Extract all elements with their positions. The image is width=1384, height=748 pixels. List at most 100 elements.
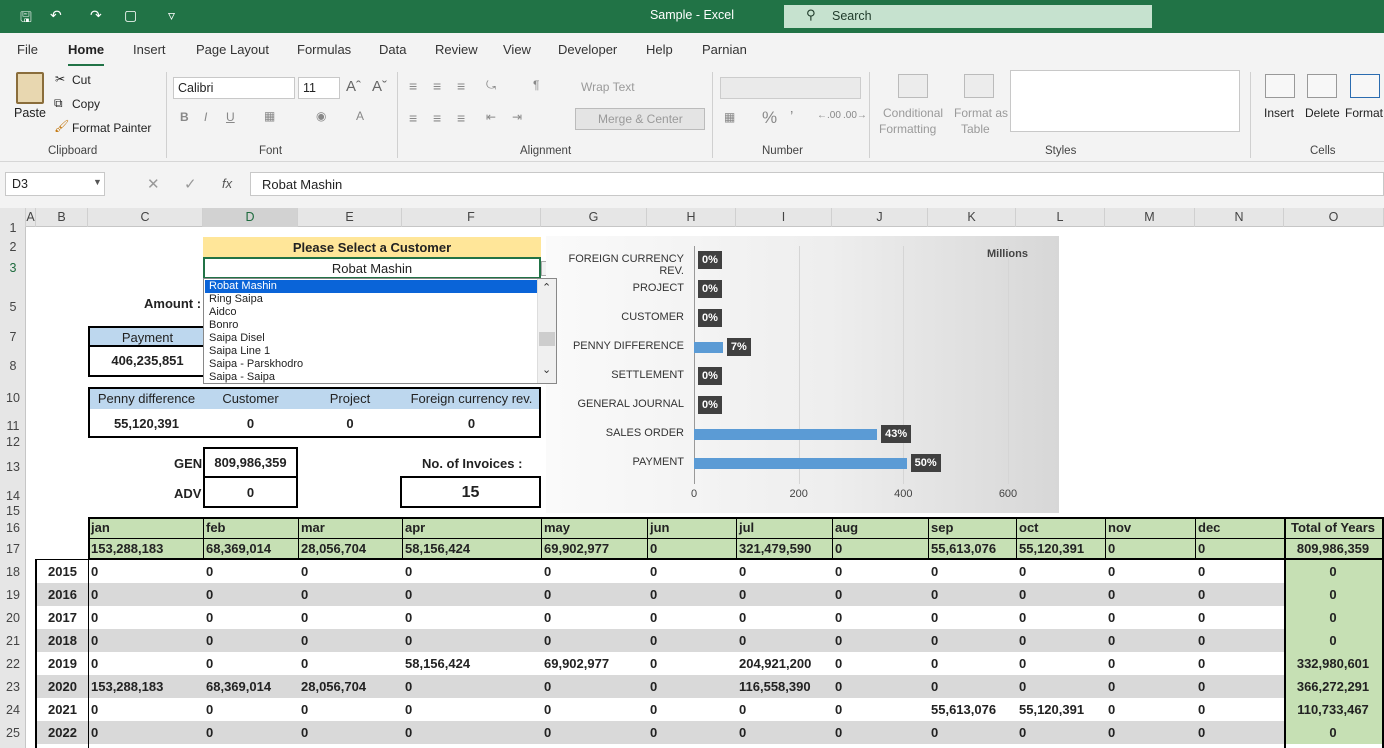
row-header[interactable]: 12	[0, 435, 26, 449]
tab-parnian[interactable]: Parnian	[702, 42, 747, 57]
row-header[interactable]: 25	[0, 726, 26, 740]
customer-selected-cell[interactable]: Robat Mashin	[203, 257, 541, 279]
delete-cells-button[interactable]: Delete	[1305, 106, 1340, 120]
row-header[interactable]: 19	[0, 588, 26, 602]
tab-review[interactable]: Review	[435, 42, 478, 57]
column-header[interactable]: M	[1105, 208, 1195, 227]
row-header[interactable]: 17	[0, 542, 26, 556]
column-header[interactable]: L	[1016, 208, 1105, 227]
delete-cells-icon[interactable]	[1307, 74, 1337, 98]
tab-file[interactable]: File	[17, 42, 38, 57]
format-as-table-icon[interactable]	[964, 74, 994, 98]
decrease-font-icon[interactable]: Aˇ	[372, 78, 387, 95]
column-header[interactable]: C	[88, 208, 203, 227]
scroll-down-icon[interactable]: ⌄	[542, 363, 551, 376]
align-bottom-icon[interactable]: ≡	[457, 78, 465, 94]
font-size-select[interactable]: 11	[298, 77, 340, 99]
decrease-indent-icon[interactable]: ⇤	[486, 110, 496, 124]
tab-insert[interactable]: Insert	[133, 42, 166, 57]
align-middle-icon[interactable]: ≡	[433, 78, 441, 94]
search-box[interactable]: ⚲ Search	[784, 5, 1152, 28]
fill-color-icon[interactable]: ◉	[316, 109, 326, 123]
row-header[interactable]: 11	[0, 419, 26, 433]
copy-icon[interactable]: ⧉	[54, 96, 63, 111]
tab-view[interactable]: View	[503, 42, 531, 57]
wrap-text-button[interactable]: Wrap Text	[581, 80, 635, 94]
row-header[interactable]: 15	[0, 504, 26, 518]
cut-icon[interactable]: ✂	[55, 72, 65, 86]
column-header[interactable]: O	[1284, 208, 1384, 227]
italic-icon[interactable]: I	[204, 110, 207, 124]
row-header[interactable]: 23	[0, 680, 26, 694]
dropdown-item[interactable]: Saipa Line 1	[205, 345, 537, 358]
row-header[interactable]: 24	[0, 703, 26, 717]
insert-function-icon[interactable]: fx	[222, 176, 232, 191]
row-header[interactable]: 2	[0, 240, 26, 254]
tab-formulas[interactable]: Formulas	[297, 42, 351, 57]
format-as-label[interactable]: Format as	[954, 106, 1008, 120]
dropdown-item[interactable]: Saipa Disel	[205, 332, 537, 345]
column-header[interactable]: K	[928, 208, 1016, 227]
dropdown-item[interactable]: Saipa - Parskhodro	[205, 358, 537, 371]
dropdown-item[interactable]: Bonro	[205, 319, 537, 332]
format-painter-button[interactable]: Format Painter	[72, 121, 151, 135]
column-header[interactable]: G	[541, 208, 647, 227]
row-header[interactable]: 20	[0, 611, 26, 625]
column-header[interactable]: I	[736, 208, 832, 227]
number-format-select[interactable]	[720, 77, 861, 99]
column-header[interactable]: A	[26, 208, 36, 227]
insert-cells-button[interactable]: Insert	[1264, 106, 1294, 120]
row-header[interactable]: 14	[0, 489, 26, 503]
chart-bar[interactable]	[694, 429, 878, 440]
font-name-select[interactable]: Calibri	[173, 77, 295, 99]
column-header[interactable]: N	[1195, 208, 1284, 227]
merge-center-button[interactable]: Merge & Center	[575, 108, 705, 130]
orientation-icon[interactable]: ⤿	[486, 78, 496, 93]
column-header[interactable]: H	[647, 208, 736, 227]
dropdown-scrollbar[interactable]: ⌃ ⌄	[537, 279, 556, 383]
conditional-formatting-icon[interactable]	[898, 74, 928, 98]
align-right-icon[interactable]: ≡	[457, 110, 465, 126]
increase-indent-icon[interactable]: ⇥	[512, 110, 522, 124]
format-cells-icon[interactable]	[1350, 74, 1380, 98]
tab-developer[interactable]: Developer	[558, 42, 617, 57]
conditional-formatting-label[interactable]: Conditional	[883, 106, 943, 120]
scroll-up-icon[interactable]: ⌃	[542, 281, 551, 294]
row-header[interactable]: 5	[0, 300, 26, 314]
name-box-dropdown-icon[interactable]: ▼	[93, 177, 102, 187]
row-header[interactable]: 16	[0, 521, 26, 535]
chart-bar[interactable]	[694, 458, 907, 469]
tab-data[interactable]: Data	[379, 42, 406, 57]
bold-icon[interactable]: B	[180, 110, 189, 124]
rtl-icon[interactable]: ¶	[533, 78, 539, 92]
column-header[interactable]: E	[298, 208, 402, 227]
paste-icon[interactable]	[16, 72, 44, 104]
column-header[interactable]: F	[402, 208, 541, 227]
row-header[interactable]: 8	[0, 359, 26, 373]
row-header[interactable]: 22	[0, 657, 26, 671]
align-top-icon[interactable]: ≡	[409, 78, 417, 94]
increase-decimal-icon[interactable]: ←.00	[817, 110, 841, 121]
align-left-icon[interactable]: ≡	[409, 110, 417, 126]
chart-bar[interactable]	[694, 342, 723, 353]
row-header[interactable]: 10	[0, 391, 26, 405]
dropdown-item[interactable]: Saipa - Saipa	[205, 371, 537, 384]
column-header[interactable]: B	[36, 208, 88, 227]
row-header[interactable]: 7	[0, 330, 26, 344]
cell-styles-gallery[interactable]	[1010, 70, 1240, 132]
cut-button[interactable]: Cut	[72, 73, 91, 87]
increase-font-icon[interactable]: Aˆ	[346, 78, 361, 95]
cancel-icon[interactable]: ✕	[147, 175, 160, 193]
chart-area[interactable]: Millions 0200400600FOREIGN CURRENCY REV.…	[546, 236, 1059, 513]
percent-icon[interactable]: %	[762, 108, 777, 128]
column-header[interactable]: D	[203, 208, 298, 227]
tab-help[interactable]: Help	[646, 42, 673, 57]
font-color-icon[interactable]: A	[356, 109, 364, 123]
decrease-decimal-icon[interactable]: .00→	[843, 110, 867, 121]
tab-home[interactable]: Home	[68, 42, 105, 67]
underline-icon[interactable]: U	[226, 110, 235, 124]
enter-icon[interactable]: ✓	[184, 175, 197, 193]
customer-dropdown-list[interactable]: Robat Mashin Ring Saipa Aidco Bonro Saip…	[203, 278, 557, 384]
dropdown-item[interactable]: Ring Saipa	[205, 293, 537, 306]
formula-input[interactable]: Robat Mashin	[250, 172, 1384, 196]
